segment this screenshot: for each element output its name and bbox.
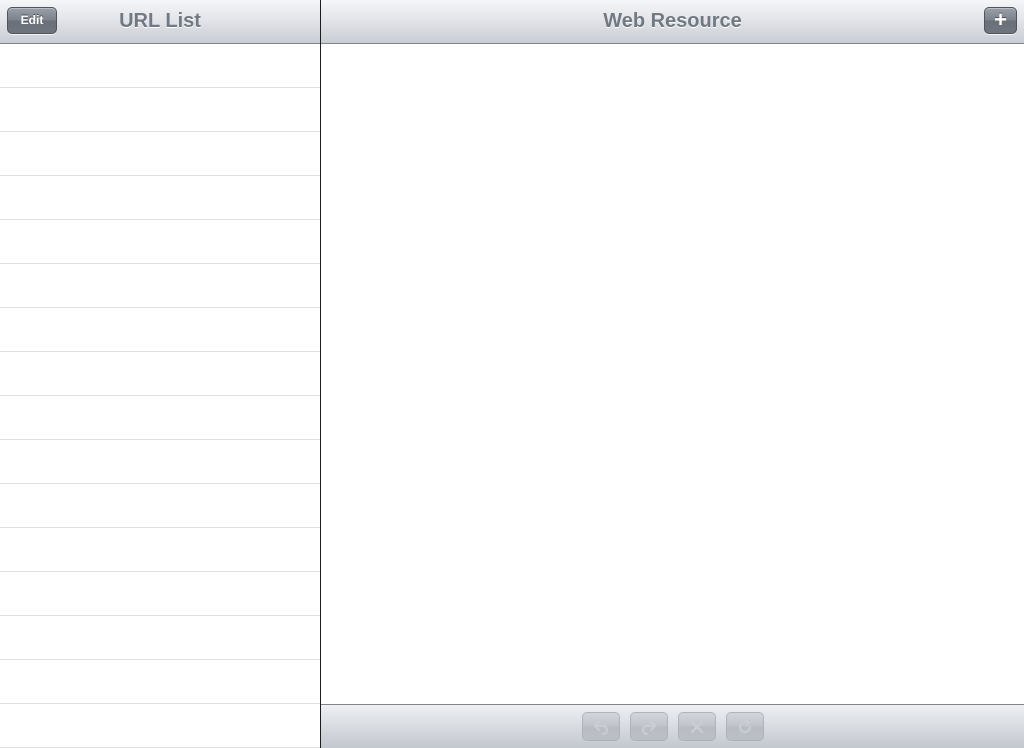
stop-button[interactable]	[677, 712, 716, 741]
list-item[interactable]	[0, 440, 320, 484]
forward-button[interactable]	[629, 712, 668, 741]
list-item[interactable]	[0, 44, 320, 88]
detail-pane: Web Resource +	[321, 0, 1024, 748]
reload-icon	[738, 719, 751, 734]
list-item[interactable]	[0, 528, 320, 572]
url-list-title: URL List	[119, 10, 201, 32]
list-item[interactable]	[0, 660, 320, 704]
list-item[interactable]	[0, 616, 320, 660]
list-item[interactable]	[0, 704, 320, 748]
close-icon	[690, 720, 703, 734]
list-item[interactable]	[0, 572, 320, 616]
list-item[interactable]	[0, 88, 320, 132]
web-resource-title: Web Resource	[603, 10, 742, 32]
redo-arrow-icon	[641, 720, 656, 735]
undo-arrow-icon	[593, 720, 608, 735]
list-item[interactable]	[0, 308, 320, 352]
detail-navigation-bar: Web Resource +	[321, 0, 1024, 44]
master-navigation-bar: Edit URL List	[0, 0, 320, 44]
split-view-app: Edit URL List Web Resource +	[0, 0, 1024, 748]
back-button[interactable]	[581, 712, 620, 741]
list-item[interactable]	[0, 396, 320, 440]
url-list[interactable]	[0, 44, 320, 748]
browser-toolbar	[321, 704, 1024, 748]
list-item[interactable]	[0, 176, 320, 220]
list-item[interactable]	[0, 132, 320, 176]
list-item[interactable]	[0, 484, 320, 528]
list-item[interactable]	[0, 352, 320, 396]
master-pane: Edit URL List	[0, 0, 320, 748]
web-view[interactable]	[321, 44, 1024, 704]
list-item[interactable]	[0, 264, 320, 308]
add-button[interactable]: +	[984, 7, 1017, 34]
reload-button[interactable]	[725, 712, 764, 741]
edit-button[interactable]: Edit	[7, 7, 57, 34]
list-item[interactable]	[0, 220, 320, 264]
